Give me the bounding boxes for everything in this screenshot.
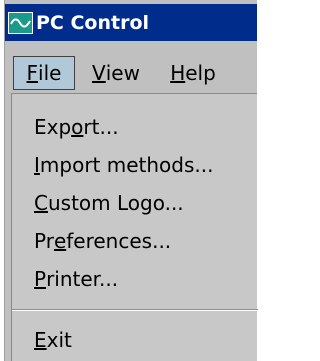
title-bar[interactable]: PC Control xyxy=(5,4,257,41)
menu-item-printer-mnemonic: P xyxy=(34,267,47,291)
menu-item-exit[interactable]: Exit xyxy=(34,324,72,356)
waveform-app-icon xyxy=(8,11,33,34)
menu-item-exit-label-post: xit xyxy=(46,328,72,352)
menu-item-import-label-post: mport methods... xyxy=(39,153,214,177)
menu-file-mnemonic: F xyxy=(26,61,39,85)
menu-item-import-methods[interactable]: Import methods... xyxy=(34,149,213,181)
menu-item-preferences[interactable]: Pr e ferences... xyxy=(34,225,171,257)
menu-item-printer[interactable]: Printer... xyxy=(34,263,118,295)
file-menu-dropdown: Exp o rt... Import methods... Custom Logo.… xyxy=(11,93,258,361)
app-window: PC Control File View Help Exp o rt... Impo… xyxy=(4,0,258,361)
menu-view[interactable]: View xyxy=(85,56,147,90)
menu-item-logo-mnemonic: C xyxy=(34,191,48,215)
window-title: PC Control xyxy=(36,11,150,34)
menu-item-exit-mnemonic: E xyxy=(34,328,47,352)
menu-bar: File View Help xyxy=(5,41,257,93)
menu-item-printer-label-post: rinter... xyxy=(46,267,119,291)
menu-item-export-label-post: rt... xyxy=(83,115,119,139)
menu-view-mnemonic: V xyxy=(92,61,106,85)
menu-item-export[interactable]: Exp o rt... xyxy=(34,111,119,143)
menu-help-mnemonic: H xyxy=(170,61,186,85)
menu-item-export-mnemonic: o xyxy=(71,115,84,139)
menu-item-prefs-label-post: ferences... xyxy=(66,229,172,253)
menu-view-label: iew xyxy=(105,61,140,85)
menu-item-custom-logo[interactable]: Custom Logo... xyxy=(34,187,184,219)
menu-file-label: ile xyxy=(38,61,62,85)
menu-item-logo-label-post: ustom Logo... xyxy=(47,191,184,215)
menu-help-label: elp xyxy=(185,61,216,85)
menu-item-prefs-mnemonic: e xyxy=(53,229,67,253)
menu-item-export-label-pre: Exp xyxy=(34,115,72,139)
menu-help[interactable]: Help xyxy=(162,56,224,90)
menu-separator xyxy=(12,309,258,311)
menu-file[interactable]: File xyxy=(13,56,75,90)
menu-item-prefs-label-pre: Pr xyxy=(34,229,54,253)
